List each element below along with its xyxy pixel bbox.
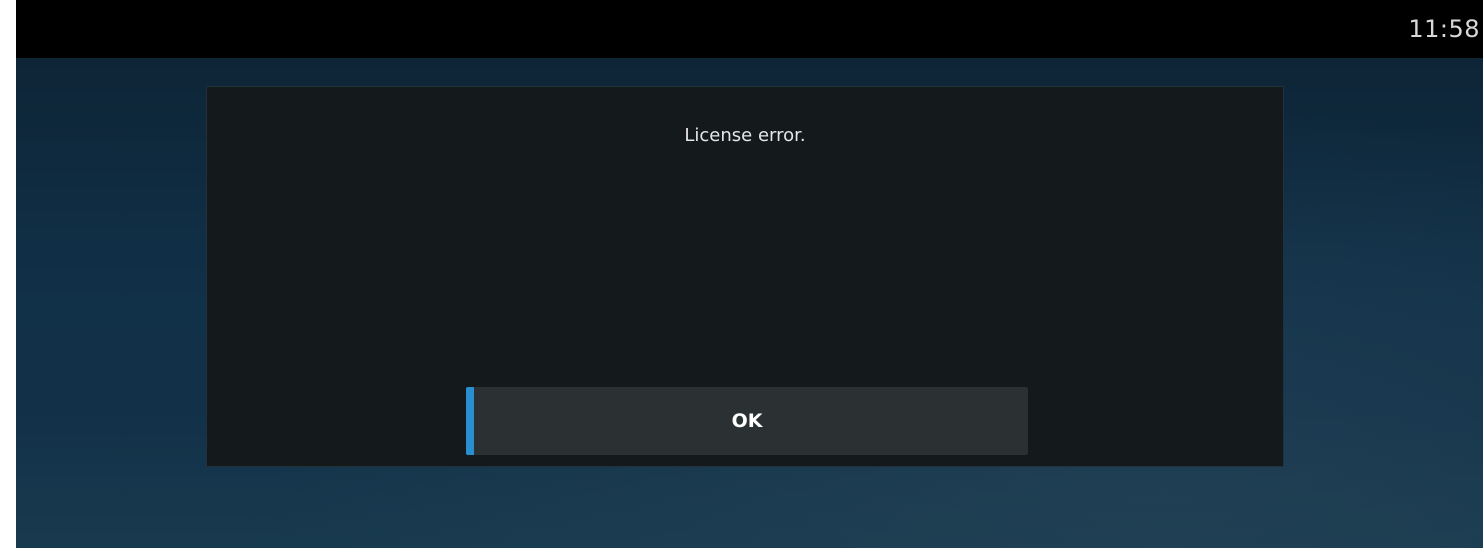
dialog-message: License error.	[684, 125, 806, 146]
license-error-dialog: License error. OK	[206, 86, 1284, 467]
app-screen: 11:58 License error. OK	[16, 0, 1483, 548]
ok-button-label: OK	[731, 410, 763, 432]
clock: 11:58	[1408, 15, 1480, 43]
ok-button[interactable]: OK	[466, 387, 1028, 455]
status-bar: 11:58	[16, 0, 1483, 58]
